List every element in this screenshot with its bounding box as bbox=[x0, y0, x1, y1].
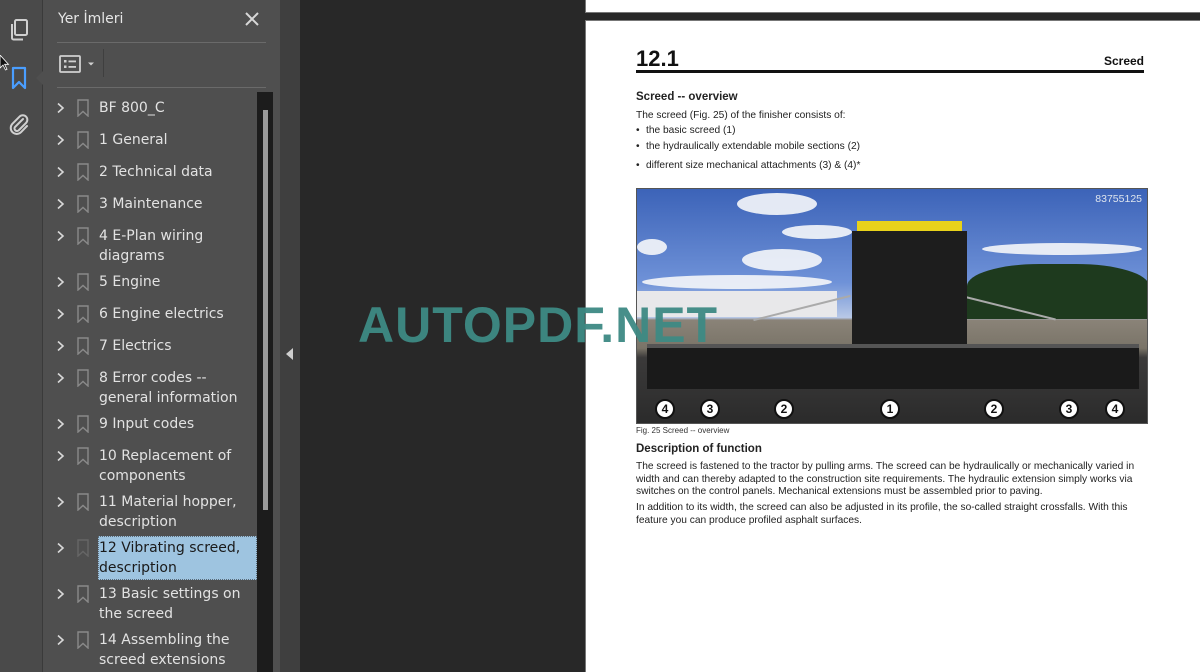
intro-text: The screed (Fig. 25) of the finisher con… bbox=[636, 110, 846, 121]
callout-marker: 2 bbox=[984, 399, 1004, 419]
paver-roof bbox=[857, 221, 962, 231]
toolbar-separator bbox=[103, 49, 104, 77]
left-tool-rail bbox=[0, 0, 44, 672]
figure-id: 83755125 bbox=[1095, 193, 1142, 205]
chevron-right-icon[interactable] bbox=[55, 340, 67, 352]
callout-marker: 3 bbox=[700, 399, 720, 419]
bookmark-label: 8 Error codes -- general information bbox=[99, 370, 238, 406]
chevron-right-icon[interactable] bbox=[55, 372, 67, 384]
bookmark-icon bbox=[77, 99, 89, 117]
close-icon bbox=[245, 12, 259, 26]
section-rule bbox=[636, 70, 1144, 73]
bookmark-icon bbox=[77, 585, 89, 603]
cloud bbox=[982, 243, 1142, 255]
bookmark-label: 9 Input codes bbox=[99, 416, 195, 432]
bookmark-label: 6 Engine electrics bbox=[99, 306, 224, 322]
chevron-right-icon[interactable] bbox=[55, 450, 67, 462]
callout-marker: 4 bbox=[655, 399, 675, 419]
list-view-icon bbox=[59, 55, 81, 73]
bookmark-icon bbox=[77, 447, 89, 465]
bookmark-icon bbox=[77, 227, 89, 245]
chevron-right-icon[interactable] bbox=[55, 496, 67, 508]
cloud bbox=[742, 249, 822, 271]
chevron-right-icon[interactable] bbox=[55, 276, 67, 288]
section-name: Screed bbox=[1103, 54, 1144, 68]
paver-tractor bbox=[852, 231, 967, 351]
bullet-item: the hydraulically extendable mobile sect… bbox=[636, 141, 860, 152]
collapse-panel-arrow-icon[interactable] bbox=[286, 348, 293, 360]
bookmarks-panel: Yer İmleri BF 800_C 1 General 2 Technica… bbox=[43, 0, 280, 672]
chevron-right-icon[interactable] bbox=[55, 634, 67, 646]
tree-line bbox=[967, 264, 1147, 319]
watermark-text: AUTOPDF.NET bbox=[358, 297, 719, 353]
chevron-right-icon[interactable] bbox=[55, 166, 67, 178]
divider bbox=[57, 87, 266, 88]
bookmark-label: 12 Vibrating screed, description bbox=[98, 536, 257, 580]
callout-marker: 4 bbox=[1105, 399, 1125, 419]
chevron-right-icon[interactable] bbox=[55, 588, 67, 600]
bookmark-icon bbox=[77, 539, 89, 557]
cloud bbox=[782, 225, 852, 239]
bookmark-label: 5 Engine bbox=[99, 274, 161, 290]
chevron-right-icon[interactable] bbox=[55, 542, 67, 554]
panel-splitter[interactable] bbox=[280, 0, 300, 672]
callout-marker: 1 bbox=[880, 399, 900, 419]
divider bbox=[57, 42, 266, 43]
bookmark-icon bbox=[77, 631, 89, 649]
overview-heading: Screed -- overview bbox=[636, 91, 738, 103]
bookmark-icon bbox=[77, 337, 89, 355]
bookmark-label: BF 800_C bbox=[99, 100, 165, 116]
chevron-right-icon[interactable] bbox=[55, 102, 67, 114]
close-panel-button[interactable] bbox=[242, 9, 262, 29]
chevron-right-icon[interactable] bbox=[55, 230, 67, 242]
chevron-down-icon bbox=[88, 62, 94, 66]
section-number: 12.1 bbox=[636, 46, 679, 71]
chevron-right-icon[interactable] bbox=[55, 134, 67, 146]
function-paragraph: In addition to its width, the screed can… bbox=[636, 502, 1128, 526]
bookmark-label: 3 Maintenance bbox=[99, 196, 203, 212]
bookmark-label: 2 Technical data bbox=[99, 164, 213, 180]
bookmark-icon bbox=[77, 305, 89, 323]
bookmark-label: 11 Material hopper, description bbox=[99, 494, 237, 530]
bookmark-label: 10 Replacement of components bbox=[99, 448, 232, 484]
cloud bbox=[642, 275, 832, 289]
bookmark-icon bbox=[77, 273, 89, 291]
bookmark-icon bbox=[77, 163, 89, 181]
bookmark-label: 13 Basic settings on the screed bbox=[99, 586, 241, 622]
pages-thumbnails-icon[interactable] bbox=[7, 18, 31, 42]
cloud bbox=[637, 239, 667, 255]
bookmark-icon bbox=[77, 195, 89, 213]
bookmark-icon bbox=[77, 415, 89, 433]
scrollbar-thumb[interactable] bbox=[263, 110, 268, 510]
bookmark-options-button[interactable] bbox=[57, 51, 97, 77]
chevron-right-icon[interactable] bbox=[55, 308, 67, 320]
bookmark-icon bbox=[77, 131, 89, 149]
bookmark-label: 7 Electrics bbox=[99, 338, 172, 354]
function-paragraph: The screed is fastened to the tractor by… bbox=[636, 461, 1135, 498]
bullet-item: different size mechanical attachments (3… bbox=[636, 160, 860, 171]
function-heading: Description of function bbox=[636, 443, 762, 455]
cloud bbox=[737, 193, 817, 215]
bullet-item: the basic screed (1) bbox=[636, 125, 735, 136]
screed-unit bbox=[647, 344, 1139, 389]
panel-title: Yer İmleri bbox=[58, 11, 124, 27]
attachments-icon[interactable] bbox=[7, 112, 31, 136]
chevron-right-icon[interactable] bbox=[55, 418, 67, 430]
bookmark-label: 14 Assembling the screed extensions bbox=[99, 632, 230, 668]
bookmarks-icon[interactable] bbox=[7, 66, 31, 90]
figure-caption: Fig. 25 Screed -- overview bbox=[636, 426, 730, 435]
bookmark-icon bbox=[77, 369, 89, 387]
chevron-right-icon[interactable] bbox=[55, 198, 67, 210]
bookmark-label: 4 E-Plan wiring diagrams bbox=[99, 228, 204, 264]
previous-page-bottom bbox=[585, 0, 1200, 13]
bookmark-label: 1 General bbox=[99, 132, 168, 148]
callout-marker: 2 bbox=[774, 399, 794, 419]
mouse-cursor-icon bbox=[0, 55, 10, 71]
bookmark-icon bbox=[77, 493, 89, 511]
callout-marker: 3 bbox=[1059, 399, 1079, 419]
